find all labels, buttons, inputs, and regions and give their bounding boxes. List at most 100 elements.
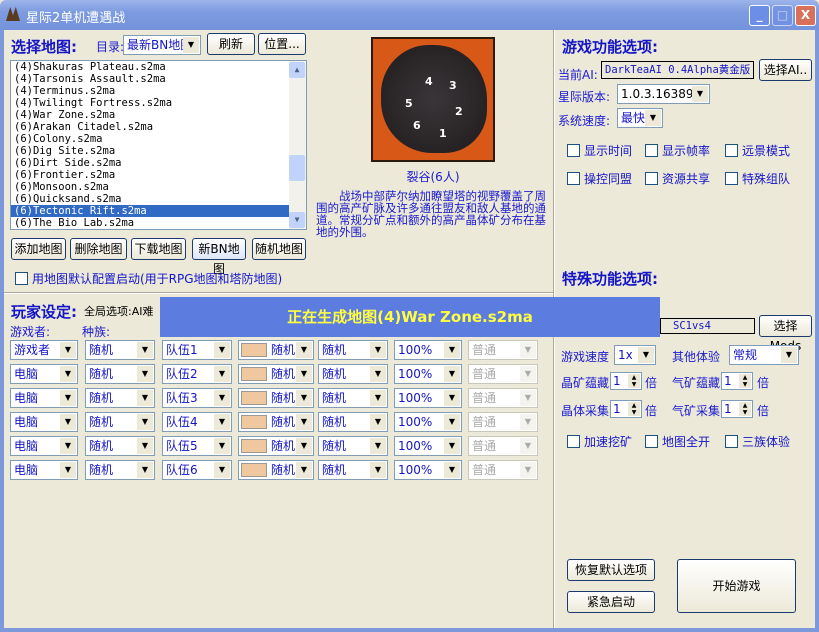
player-team-select[interactable]: 队伍1 ▼ bbox=[162, 340, 232, 360]
map-list-item[interactable]: (4)Twilingt Fortress.s2ma bbox=[11, 97, 306, 109]
map-action-button[interactable]: 下载地图 bbox=[131, 238, 186, 260]
spinner-arrows-icon[interactable]: ▲ ▼ bbox=[739, 402, 751, 416]
scroll-up-button[interactable]: ▲ bbox=[289, 62, 305, 78]
option-checkbox[interactable]: 远景模式 bbox=[725, 142, 790, 159]
player-player-select[interactable]: 电脑 ▼ bbox=[10, 436, 78, 456]
emergency-start-button[interactable]: 紧急启动 bbox=[567, 591, 655, 613]
restore-defaults-button[interactable]: 恢复默认选项 bbox=[567, 559, 655, 581]
checkbox-label: 操控同盟 bbox=[584, 172, 633, 186]
map-list-item[interactable]: (6)Monsoon.s2ma bbox=[11, 181, 306, 193]
player-handicap-select[interactable]: 100% ▼ bbox=[394, 412, 462, 432]
player-handicap-select[interactable]: 100% ▼ bbox=[394, 436, 462, 456]
player-player-select[interactable]: 电脑 ▼ bbox=[10, 364, 78, 384]
map-list-item[interactable]: (6)Colony.s2ma bbox=[11, 133, 306, 145]
player-race-select[interactable]: 随机 ▼ bbox=[85, 388, 155, 408]
map-action-button[interactable]: 删除地图 bbox=[70, 238, 127, 260]
mineral-gather-spinner[interactable]: 1 ▲ ▼ bbox=[610, 400, 642, 418]
player-team-select[interactable]: 队伍6 ▼ bbox=[162, 460, 232, 480]
player-team-select[interactable]: 队伍3 ▼ bbox=[162, 388, 232, 408]
refresh-button[interactable]: 刷新 bbox=[207, 33, 255, 55]
player-handicap-select[interactable]: 100% ▼ bbox=[394, 388, 462, 408]
player-start-select[interactable]: 随机 ▼ bbox=[318, 340, 388, 360]
player-start-select[interactable]: 随机 ▼ bbox=[318, 436, 388, 456]
map-list-item[interactable]: (6)Dig Site.s2ma bbox=[11, 145, 306, 157]
other-select[interactable]: 常规 ▼ bbox=[729, 345, 799, 365]
map-list-item[interactable]: (6)Quicksand.s2ma bbox=[11, 193, 306, 205]
players-heading: 玩家设定: bbox=[11, 303, 77, 321]
gas-store-spinner[interactable]: 1 ▲ ▼ bbox=[721, 372, 753, 390]
player-player-select[interactable]: 游戏者 ▼ bbox=[10, 340, 78, 360]
map-list-item[interactable]: (6)Dirt Side.s2ma bbox=[11, 157, 306, 169]
player-handicap-select[interactable]: 100% ▼ bbox=[394, 460, 462, 480]
player-player-select[interactable]: 电脑 ▼ bbox=[10, 388, 78, 408]
game-speed-value: 1x bbox=[618, 348, 633, 362]
player-start-select[interactable]: 随机 ▼ bbox=[318, 388, 388, 408]
map-list-item[interactable]: (4)Terminus.s2ma bbox=[11, 85, 306, 97]
option-checkbox[interactable]: 三族体验 bbox=[725, 433, 790, 450]
player-team-select[interactable]: 队伍2 ▼ bbox=[162, 364, 232, 384]
map-list-item[interactable]: (4)War Zone.s2ma bbox=[11, 109, 306, 121]
map-action-button[interactable]: 新BN地图 bbox=[192, 238, 246, 276]
gas-gather-label: 气矿采集 bbox=[672, 404, 721, 418]
option-checkbox[interactable]: 操控同盟 bbox=[567, 170, 632, 187]
spinner-arrows-icon[interactable]: ▲ ▼ bbox=[628, 374, 640, 388]
spinner-arrows-icon[interactable]: ▲ ▼ bbox=[739, 374, 751, 388]
player-team-select[interactable]: 队伍4 ▼ bbox=[162, 412, 232, 432]
default-config-checkbox[interactable]: 用地图默认配置启动(用于RPG地图和塔防地图) bbox=[15, 270, 282, 287]
player-race-select[interactable]: 随机 ▼ bbox=[85, 460, 155, 480]
game-speed-select[interactable]: 1x ▼ bbox=[614, 345, 656, 365]
location-button[interactable]: 位置... bbox=[258, 33, 306, 55]
map-list-item[interactable]: (6)Frontier.s2ma bbox=[11, 169, 306, 181]
checkbox-label: 特殊组队 bbox=[742, 172, 791, 186]
option-checkbox[interactable]: 加速挖矿 bbox=[567, 433, 632, 450]
option-checkbox[interactable]: 显示帧率 bbox=[645, 142, 710, 159]
player-start-select[interactable]: 随机 ▼ bbox=[318, 460, 388, 480]
gas-gather-spinner[interactable]: 1 ▲ ▼ bbox=[721, 400, 753, 418]
option-checkbox[interactable]: 特殊组队 bbox=[725, 170, 790, 187]
scroll-down-button[interactable]: ▼ bbox=[289, 212, 305, 228]
player-race-select[interactable]: 随机 ▼ bbox=[85, 436, 155, 456]
player-color-select[interactable]: 随机 ▼ bbox=[238, 436, 314, 456]
map-list-item[interactable]: (6)The Bio Lab.s2ma bbox=[11, 217, 306, 229]
player-race-select[interactable]: 随机 ▼ bbox=[85, 364, 155, 384]
mineral-store-spinner[interactable]: 1 ▲ ▼ bbox=[610, 372, 642, 390]
scroll-thumb[interactable] bbox=[289, 155, 305, 181]
player-player-select[interactable]: 电脑 ▼ bbox=[10, 412, 78, 432]
close-button[interactable]: X bbox=[795, 5, 816, 26]
map-action-button[interactable]: 添加地图 bbox=[11, 238, 66, 260]
option-checkbox[interactable]: 资源共享 bbox=[645, 170, 710, 187]
checkbox-label: 显示时间 bbox=[584, 144, 633, 158]
select-ai-button[interactable]: 选择AI.. bbox=[759, 59, 812, 81]
map-list-item[interactable]: (4)Tarsonis Assault.s2ma bbox=[11, 73, 306, 85]
version-select[interactable]: 1.0.3.16389 ▼ bbox=[617, 84, 710, 104]
dir-select[interactable]: 最新BN地图 ▼ bbox=[123, 35, 201, 55]
spinner-arrows-icon[interactable]: ▲ ▼ bbox=[628, 402, 640, 416]
player-handicap-select[interactable]: 100% ▼ bbox=[394, 364, 462, 384]
option-checkbox[interactable]: 显示时间 bbox=[567, 142, 632, 159]
player-race-select[interactable]: 随机 ▼ bbox=[85, 340, 155, 360]
player-start-select[interactable]: 随机 ▼ bbox=[318, 412, 388, 432]
minimize-button[interactable]: _ bbox=[749, 5, 770, 26]
player-team-select[interactable]: 队伍5 ▼ bbox=[162, 436, 232, 456]
map-list-item[interactable]: (6)Arakan Citadel.s2ma bbox=[11, 121, 306, 133]
player-color-select[interactable]: 随机 ▼ bbox=[238, 388, 314, 408]
map-list[interactable]: (4)Shakuras Plateau.s2ma (4)Tarsonis Assa… bbox=[10, 60, 307, 230]
player-color-select[interactable]: 随机 ▼ bbox=[238, 340, 314, 360]
chevron-down-icon: ▼ bbox=[370, 414, 386, 430]
scrollbar[interactable]: ▲ ▼ bbox=[289, 61, 306, 229]
player-color-select[interactable]: 随机 ▼ bbox=[238, 364, 314, 384]
map-list-item[interactable]: (4)Shakuras Plateau.s2ma bbox=[11, 61, 306, 73]
player-color-select[interactable]: 随机 ▼ bbox=[238, 460, 314, 480]
start-game-button[interactable]: 开始游戏 bbox=[677, 559, 796, 613]
player-start-select[interactable]: 随机 ▼ bbox=[318, 364, 388, 384]
select-mods-button[interactable]: 选择Mods bbox=[759, 315, 812, 353]
map-action-button[interactable]: 随机地图 bbox=[252, 238, 306, 260]
player-color-select[interactable]: 随机 ▼ bbox=[238, 412, 314, 432]
player-player-select[interactable]: 电脑 ▼ bbox=[10, 460, 78, 480]
maximize-button[interactable]: □ bbox=[772, 5, 793, 26]
player-race-select[interactable]: 随机 ▼ bbox=[85, 412, 155, 432]
map-list-item[interactable]: (6)Tectonic Rift.s2ma bbox=[11, 205, 306, 217]
option-checkbox[interactable]: 地图全开 bbox=[645, 433, 710, 450]
system-speed-select[interactable]: 最快 ▼ bbox=[617, 108, 663, 128]
player-handicap-select[interactable]: 100% ▼ bbox=[394, 340, 462, 360]
